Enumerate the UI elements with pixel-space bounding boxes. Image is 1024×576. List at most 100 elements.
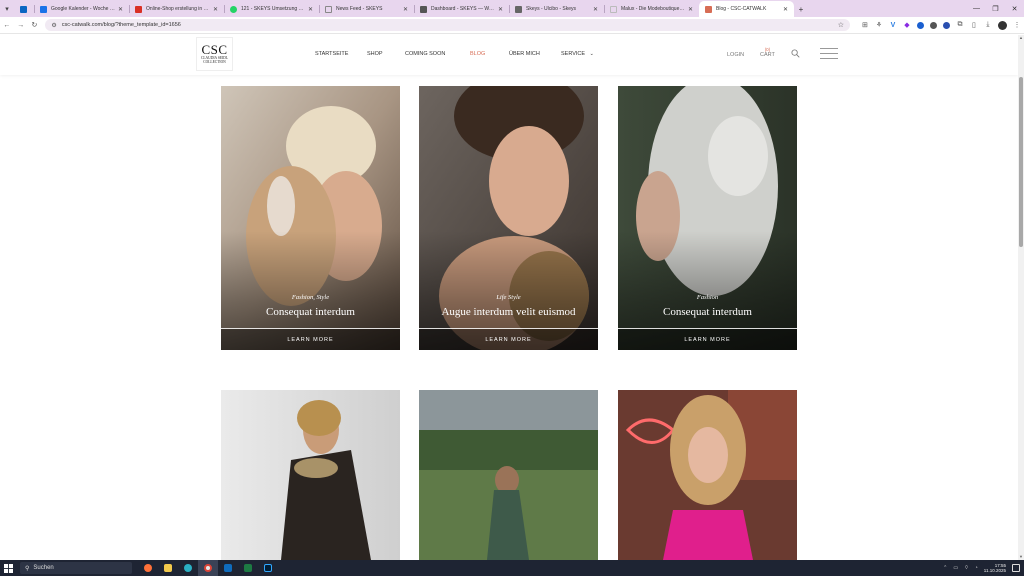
main-nav: STARTSEITE SHOP COMING SOON BLOG ÜBER MI… xyxy=(0,51,1018,61)
extension-icon[interactable] xyxy=(916,21,924,29)
clock-date: 11.10.2025 xyxy=(983,568,1006,573)
edge-icon[interactable] xyxy=(178,560,198,576)
new-tab-icon[interactable]: + xyxy=(794,1,808,17)
vpn-icon[interactable]: V xyxy=(886,18,900,32)
tab-title: Blog - CSC-CATWALK xyxy=(716,6,767,12)
excel-icon[interactable] xyxy=(238,560,258,576)
network-icon[interactable]: ⌔ xyxy=(964,565,969,571)
hamburger-menu-icon[interactable] xyxy=(820,48,838,59)
tab-title: News Feed - SKEYS xyxy=(336,6,383,12)
display-icon[interactable]: ▭ xyxy=(953,565,958,571)
blog-card[interactable]: Life Style Augue interdum velit euismod … xyxy=(419,86,598,350)
address-bar[interactable]: ⚙ csc-catwalk.com/blog/?theme_template_i… xyxy=(45,19,850,31)
chrome-icon[interactable] xyxy=(198,560,218,576)
outlook-icon[interactable] xyxy=(218,560,238,576)
nav-blog[interactable]: BLOG xyxy=(470,51,485,57)
download-icon[interactable]: ⤓ xyxy=(981,18,995,32)
blog-card-image xyxy=(221,390,400,560)
extension-icon[interactable]: ⚘ xyxy=(872,18,886,32)
site-header: CSC CLAUDIA SEIDL COLLECTION STARTSEITE … xyxy=(0,35,1018,75)
extension-icon[interactable] xyxy=(942,21,950,29)
scroll-up-icon[interactable]: ▲ xyxy=(1018,35,1024,41)
tab-title: Online-Shop erstellung in der... xyxy=(146,6,210,12)
close-tab-icon[interactable]: ✕ xyxy=(213,6,218,13)
nav-shop[interactable]: SHOP xyxy=(367,51,383,57)
scrollbar-thumb[interactable] xyxy=(1019,77,1023,247)
chevron-down-icon: ⌄ xyxy=(589,51,594,57)
nav-startseite[interactable]: STARTSEITE xyxy=(315,51,348,57)
back-icon[interactable]: ← xyxy=(0,17,14,34)
page-scrollbar[interactable]: ▲ ▼ xyxy=(1018,35,1024,560)
tab-linkedin[interactable] xyxy=(14,1,34,17)
blog-card-title[interactable]: Consequat interdum xyxy=(221,306,400,318)
close-tab-icon[interactable]: ✕ xyxy=(118,6,123,13)
tab-search-icon[interactable]: ▾ xyxy=(0,0,14,17)
puzzle-icon[interactable]: ⧉ xyxy=(953,18,967,32)
whatsapp-icon xyxy=(230,5,237,13)
windows-start-icon[interactable] xyxy=(0,560,16,576)
blog-card[interactable] xyxy=(618,390,797,560)
nav-service-label: SERVICE xyxy=(561,51,586,57)
tab-malux[interactable]: Malux - Die Modeboutique - c... ✕ xyxy=(604,1,699,17)
tab-dashboard[interactable]: Dashboard - SKEYS — WordPr... ✕ xyxy=(414,1,509,17)
photoshop-icon[interactable] xyxy=(258,560,278,576)
blog-card[interactable] xyxy=(419,390,598,560)
tab-skeys-ulcibo[interactable]: Skeys - Ulcibo - Skeys ✕ xyxy=(509,1,604,17)
clock[interactable]: 17:55 11.10.2025 xyxy=(984,563,1006,573)
close-tab-icon[interactable]: ✕ xyxy=(308,6,313,13)
tab-online-shop[interactable]: Online-Shop erstellung in der... ✕ xyxy=(129,1,224,17)
forward-icon[interactable]: → xyxy=(14,17,28,34)
reload-icon[interactable]: ↻ xyxy=(28,17,42,34)
chevron-up-icon[interactable]: ⌃ xyxy=(943,565,947,571)
blog-card-category: Life Style xyxy=(496,294,521,301)
close-tab-icon[interactable]: ✕ xyxy=(593,6,598,13)
blog-card-title[interactable]: Augue interdum velit euismod xyxy=(419,306,598,318)
tab-news-feed[interactable]: News Feed - SKEYS ✕ xyxy=(319,1,414,17)
nav-ueber-mich[interactable]: ÜBER MICH xyxy=(509,51,540,57)
tab-google-calendar[interactable]: Google Kalender - Woche von... ✕ xyxy=(34,1,129,17)
menu-dots-icon[interactable]: ⋮ xyxy=(1010,18,1024,32)
url-text[interactable]: csc-catwalk.com/blog/?theme_template_id=… xyxy=(62,22,838,28)
avatar[interactable] xyxy=(997,20,1007,30)
tab-skeys-raci[interactable]: 121 - SKEYS Umsetzung RACI ... ✕ xyxy=(224,1,319,17)
taskbar-search[interactable]: ⚲ Suchen xyxy=(20,562,132,574)
calendar-icon xyxy=(40,5,47,13)
sidebar-icon[interactable]: ▯ xyxy=(967,18,981,32)
bookmark-star-icon[interactable]: ☆ xyxy=(838,21,844,29)
file-explorer-icon[interactable] xyxy=(158,560,178,576)
learn-more-button[interactable]: LEARN MORE xyxy=(419,329,598,350)
firefox-icon[interactable] xyxy=(138,560,158,576)
notification-icon[interactable] xyxy=(1012,564,1020,572)
close-tab-icon[interactable]: ✕ xyxy=(498,6,503,13)
blog-card-title[interactable]: Consequat interdum xyxy=(618,306,797,318)
blog-card-image xyxy=(419,390,598,560)
extension-icon[interactable]: ◆ xyxy=(900,18,914,32)
page-icon xyxy=(325,5,332,13)
login-link[interactable]: LOGIN xyxy=(727,52,744,58)
taskbar-search-placeholder: Suchen xyxy=(33,565,54,571)
tab-title: Dashboard - SKEYS — WordPr... xyxy=(431,6,495,12)
close-window-icon[interactable]: ✕ xyxy=(1005,0,1024,17)
maximize-icon[interactable]: ❐ xyxy=(986,0,1005,17)
close-tab-icon[interactable]: ✕ xyxy=(783,6,788,13)
blog-card[interactable]: Fashion Consequat interdum LEARN MORE xyxy=(618,86,797,350)
close-tab-icon[interactable]: ✕ xyxy=(403,6,408,13)
minimize-icon[interactable]: — xyxy=(967,0,986,17)
search-icon[interactable] xyxy=(791,49,800,58)
blog-card[interactable]: Fashion, Style Consequat interdum LEARN … xyxy=(221,86,400,350)
blog-card[interactable] xyxy=(221,390,400,560)
site-icon xyxy=(515,5,522,13)
nav-coming-soon[interactable]: COMING SOON xyxy=(405,51,445,57)
extension-icon[interactable] xyxy=(929,21,937,29)
blog-card-image xyxy=(618,390,797,560)
tab-blog-csc[interactable]: Blog - CSC-CATWALK ✕ xyxy=(699,1,794,17)
site-info-icon[interactable]: ⚙ xyxy=(51,22,56,29)
learn-more-button[interactable]: LEARN MORE xyxy=(618,329,797,350)
volume-icon[interactable]: ◔ xyxy=(975,565,978,571)
close-tab-icon[interactable]: ✕ xyxy=(688,6,693,13)
extensions-area: ⊞ ⚘ V ◆ ⧉ ▯ ⤓ ⋮ xyxy=(858,18,1024,32)
cart-link[interactable]: (0) CART xyxy=(760,47,775,58)
learn-more-button[interactable]: LEARN MORE xyxy=(221,329,400,350)
nav-service[interactable]: SERVICE ⌄ xyxy=(561,51,594,57)
translate-icon[interactable]: ⊞ xyxy=(858,18,872,32)
